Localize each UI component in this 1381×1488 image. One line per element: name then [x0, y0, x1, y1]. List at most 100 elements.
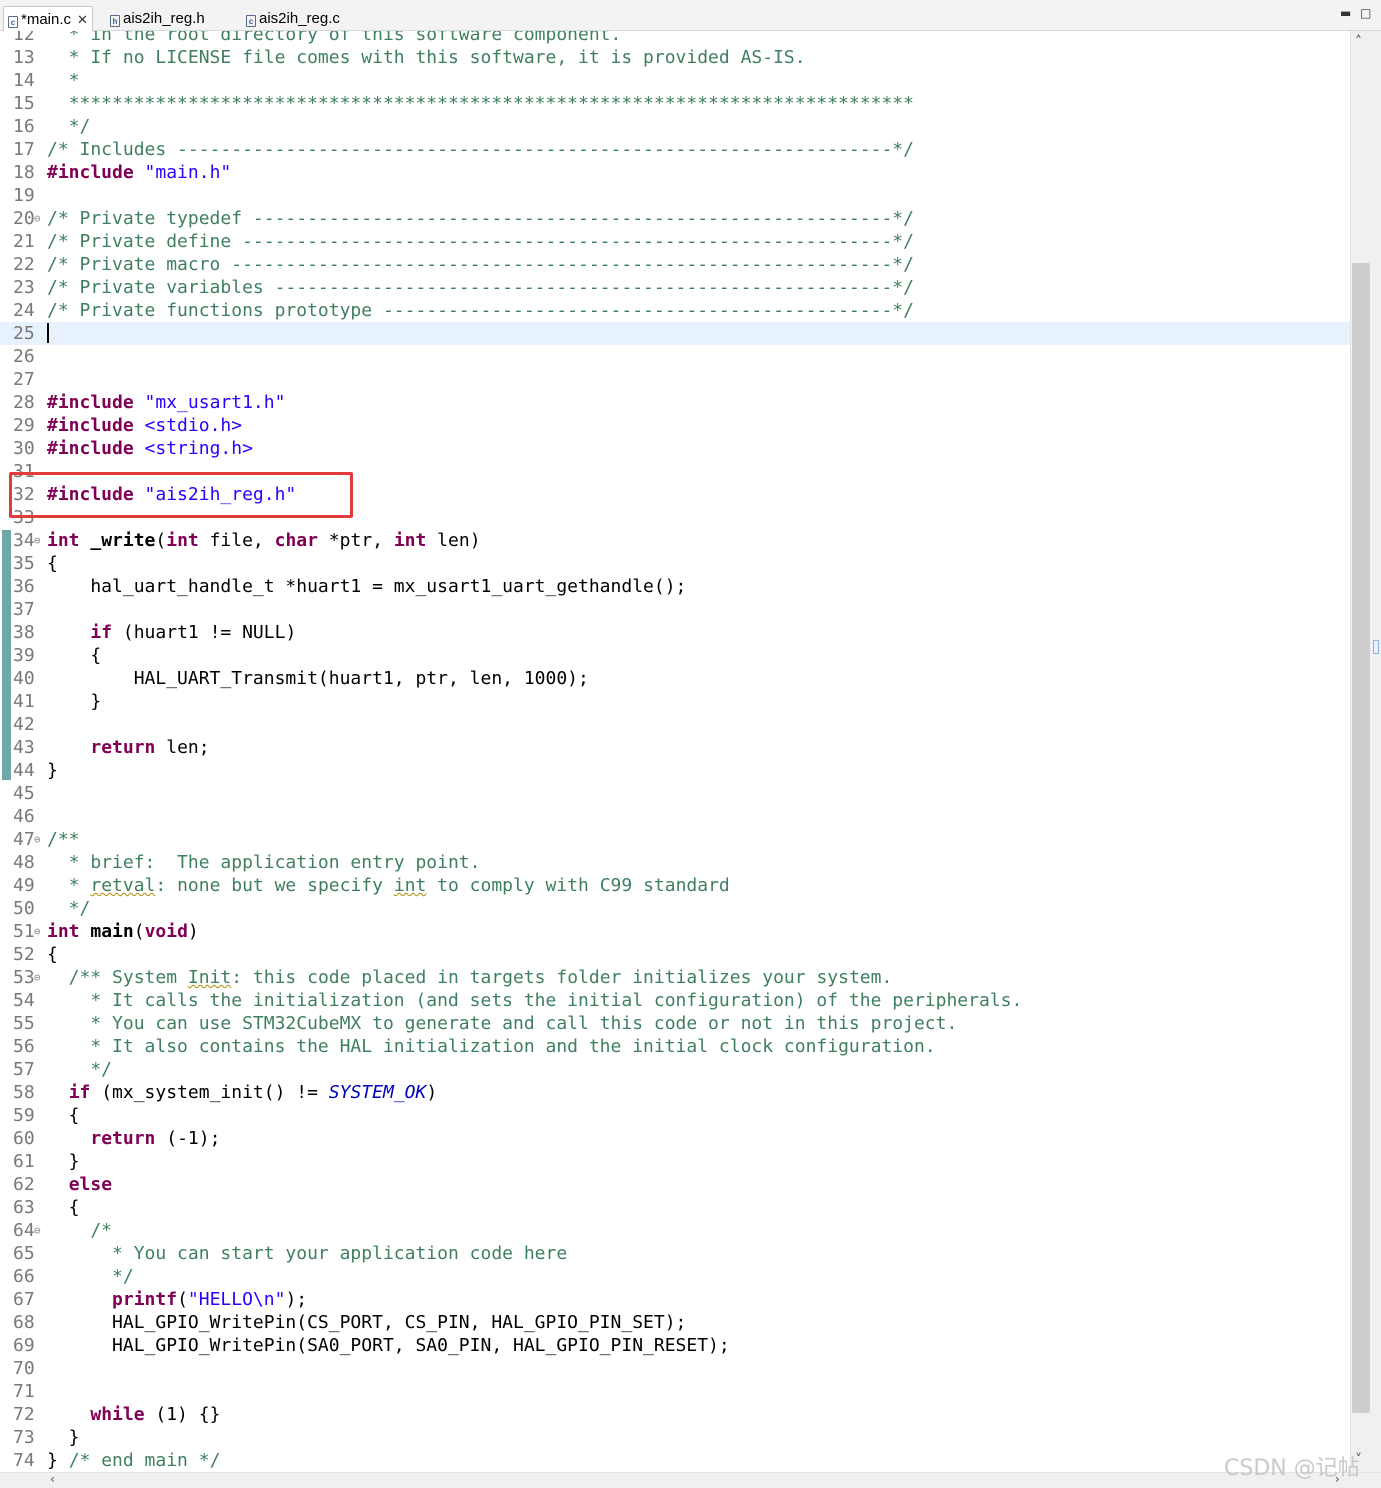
code-line[interactable]: 62 else	[0, 1173, 1350, 1196]
vertical-scrollbar-thumb[interactable]	[1352, 263, 1370, 1413]
fold-toggle-icon[interactable]: ⊖	[34, 207, 41, 230]
code-line[interactable]: 28 #include "mx_usart1.h"	[0, 391, 1350, 414]
code-text: */	[47, 897, 91, 920]
code-line[interactable]: 45	[0, 782, 1350, 805]
code-token: (huart1 != NULL)	[112, 622, 297, 643]
scroll-up-icon[interactable]: ˄	[1355, 34, 1362, 50]
fold-toggle-icon[interactable]: ⊖	[34, 529, 41, 552]
fold-toggle-icon[interactable]: ⊖	[34, 828, 41, 851]
code-line[interactable]: 23 /* Private variables -----------------…	[0, 276, 1350, 299]
code-line[interactable]: 57 */	[0, 1058, 1350, 1081]
code-line[interactable]: 48 * brief: The application entry point.	[0, 851, 1350, 874]
code-line[interactable]: 52 {	[0, 943, 1350, 966]
code-line[interactable]: 46	[0, 805, 1350, 828]
code-line[interactable]: 19	[0, 184, 1350, 207]
code-text: * It calls the initialization (and sets …	[47, 989, 1022, 1012]
code-line[interactable]: 12 * in the root directory of this softw…	[0, 31, 1350, 46]
fold-toggle-icon[interactable]: ⊖	[34, 1219, 41, 1242]
code-line[interactable]: 34 ⊖ int _write(int file, char *ptr, int l…	[0, 529, 1350, 552]
code-token: : this code placed in targets folder ini…	[231, 967, 893, 988]
code-line[interactable]: 47 ⊖/**	[0, 828, 1350, 851]
minimize-icon[interactable]: ▬	[1340, 6, 1351, 20]
code-line[interactable]: 38 if (huart1 != NULL)	[0, 621, 1350, 644]
code-line[interactable]: 40 HAL_UART_Transmit(huart1, ptr, len, 1…	[0, 667, 1350, 690]
c-file-icon: c	[246, 15, 256, 27]
code-line[interactable]: 69 HAL_GPIO_WritePin(SA0_PORT, SA0_PIN, …	[0, 1334, 1350, 1357]
code-line[interactable]: 24 /* Private functions prototype -------…	[0, 299, 1350, 322]
code-line[interactable]: 56 * It also contains the HAL initializa…	[0, 1035, 1350, 1058]
code-line[interactable]: 36 hal_uart_handle_t *huart1 = mx_usart1…	[0, 575, 1350, 598]
code-token: #include	[47, 438, 134, 459]
close-icon[interactable]: ✕	[77, 7, 88, 32]
code-token: file,	[198, 530, 275, 551]
code-token: HAL_GPIO_WritePin(SA0_PORT, SA0_PIN, HAL…	[47, 1335, 730, 1356]
code-line[interactable]: 59 {	[0, 1104, 1350, 1127]
code-line[interactable]: 61 }	[0, 1150, 1350, 1173]
code-line[interactable]: 14 *	[0, 69, 1350, 92]
code-line[interactable]: 17 /* Includes --------------------------…	[0, 138, 1350, 161]
code-line[interactable]: 30 #include <string.h>	[0, 437, 1350, 460]
code-line[interactable]: 63 {	[0, 1196, 1350, 1219]
code-line[interactable]: 73 }	[0, 1426, 1350, 1449]
code-token: "HELLO\n"	[187, 1289, 286, 1310]
code-line[interactable]: 27	[0, 368, 1350, 391]
tab-main-c[interactable]: c *main.c ✕	[3, 6, 93, 31]
code-line[interactable]: 26	[0, 345, 1350, 368]
fold-toggle-icon[interactable]: ⊖	[34, 920, 41, 943]
line-number: 63	[13, 1197, 35, 1218]
code-line[interactable]: 18 #include "main.h"	[0, 161, 1350, 184]
code-line[interactable]: 20 ⊖/* Private typedef ------------------…	[0, 207, 1350, 230]
code-line[interactable]: 72 while (1) {}	[0, 1403, 1350, 1426]
horizontal-scrollbar[interactable]	[0, 1472, 1381, 1488]
line-number: 17	[13, 139, 35, 160]
code-line[interactable]: 25	[0, 322, 1350, 345]
code-line[interactable]: 50 */	[0, 897, 1350, 920]
code-line[interactable]: 21 /* Private define --------------------…	[0, 230, 1350, 253]
code-line[interactable]: 13 * If no LICENSE file comes with this …	[0, 46, 1350, 69]
code-line[interactable]: 60 return (-1);	[0, 1127, 1350, 1150]
code-line[interactable]: 67 printf("HELLO\n");	[0, 1288, 1350, 1311]
code-line[interactable]: 70	[0, 1357, 1350, 1380]
code-line[interactable]: 51 ⊖ int main(void)	[0, 920, 1350, 943]
scroll-left-icon[interactable]: ‹	[50, 1472, 55, 1486]
code-line[interactable]: 64 ⊖ /*	[0, 1219, 1350, 1242]
line-number: 28	[13, 392, 35, 413]
code-line[interactable]: 53 ⊖ /** System Init: this code placed in…	[0, 966, 1350, 989]
tab-ais2ih-reg-c[interactable]: c ais2ih_reg.c	[246, 6, 340, 31]
code-line[interactable]: 71	[0, 1380, 1350, 1403]
line-number: 59	[13, 1105, 35, 1126]
code-line[interactable]: 39 {	[0, 644, 1350, 667]
code-line[interactable]: 42	[0, 713, 1350, 736]
line-number: 57	[13, 1059, 35, 1080]
tab-ais2ih-reg-h[interactable]: h ais2ih_reg.h	[110, 6, 205, 31]
code-line[interactable]: 49 * retval: none but we specify int to …	[0, 874, 1350, 897]
line-number: 24	[13, 300, 35, 321]
code-line[interactable]: 65 * You can start your application code…	[0, 1242, 1350, 1265]
line-number: 58	[13, 1082, 35, 1103]
code-line[interactable]: 74} /* end main */	[0, 1449, 1350, 1472]
code-line[interactable]: 55 * You can use STM32CubeMX to generate…	[0, 1012, 1350, 1035]
overview-ruler-mark[interactable]	[1373, 640, 1379, 654]
code-line[interactable]: 58 if (mx_system_init() != SYSTEM_OK)	[0, 1081, 1350, 1104]
code-line[interactable]: 15 *************************************…	[0, 92, 1350, 115]
code-text: {	[47, 552, 58, 575]
code-line[interactable]: 22 /* Private macro ---------------------…	[0, 253, 1350, 276]
fold-toggle-icon[interactable]: ⊖	[34, 966, 41, 989]
code-line[interactable]: 68 HAL_GPIO_WritePin(CS_PORT, CS_PIN, HA…	[0, 1311, 1350, 1334]
code-line[interactable]: 37	[0, 598, 1350, 621]
code-line[interactable]: 44}	[0, 759, 1350, 782]
code-line[interactable]: 54 * It calls the initialization (and se…	[0, 989, 1350, 1012]
code-line[interactable]: 35 {	[0, 552, 1350, 575]
code-editor[interactable]: 12 * in the root directory of this softw…	[0, 31, 1350, 1472]
code-line[interactable]: 66 */	[0, 1265, 1350, 1288]
code-token: )	[187, 921, 199, 942]
maximize-icon[interactable]: □	[1360, 6, 1371, 20]
code-text: /* Private functions prototype ---------…	[47, 299, 914, 322]
code-line[interactable]: 41 }	[0, 690, 1350, 713]
code-line[interactable]: 43 return len;	[0, 736, 1350, 759]
line-number: 26	[13, 346, 35, 367]
code-line[interactable]: 16 */	[0, 115, 1350, 138]
code-token: int	[47, 921, 80, 942]
code-line[interactable]: 29 #include <stdio.h>	[0, 414, 1350, 437]
